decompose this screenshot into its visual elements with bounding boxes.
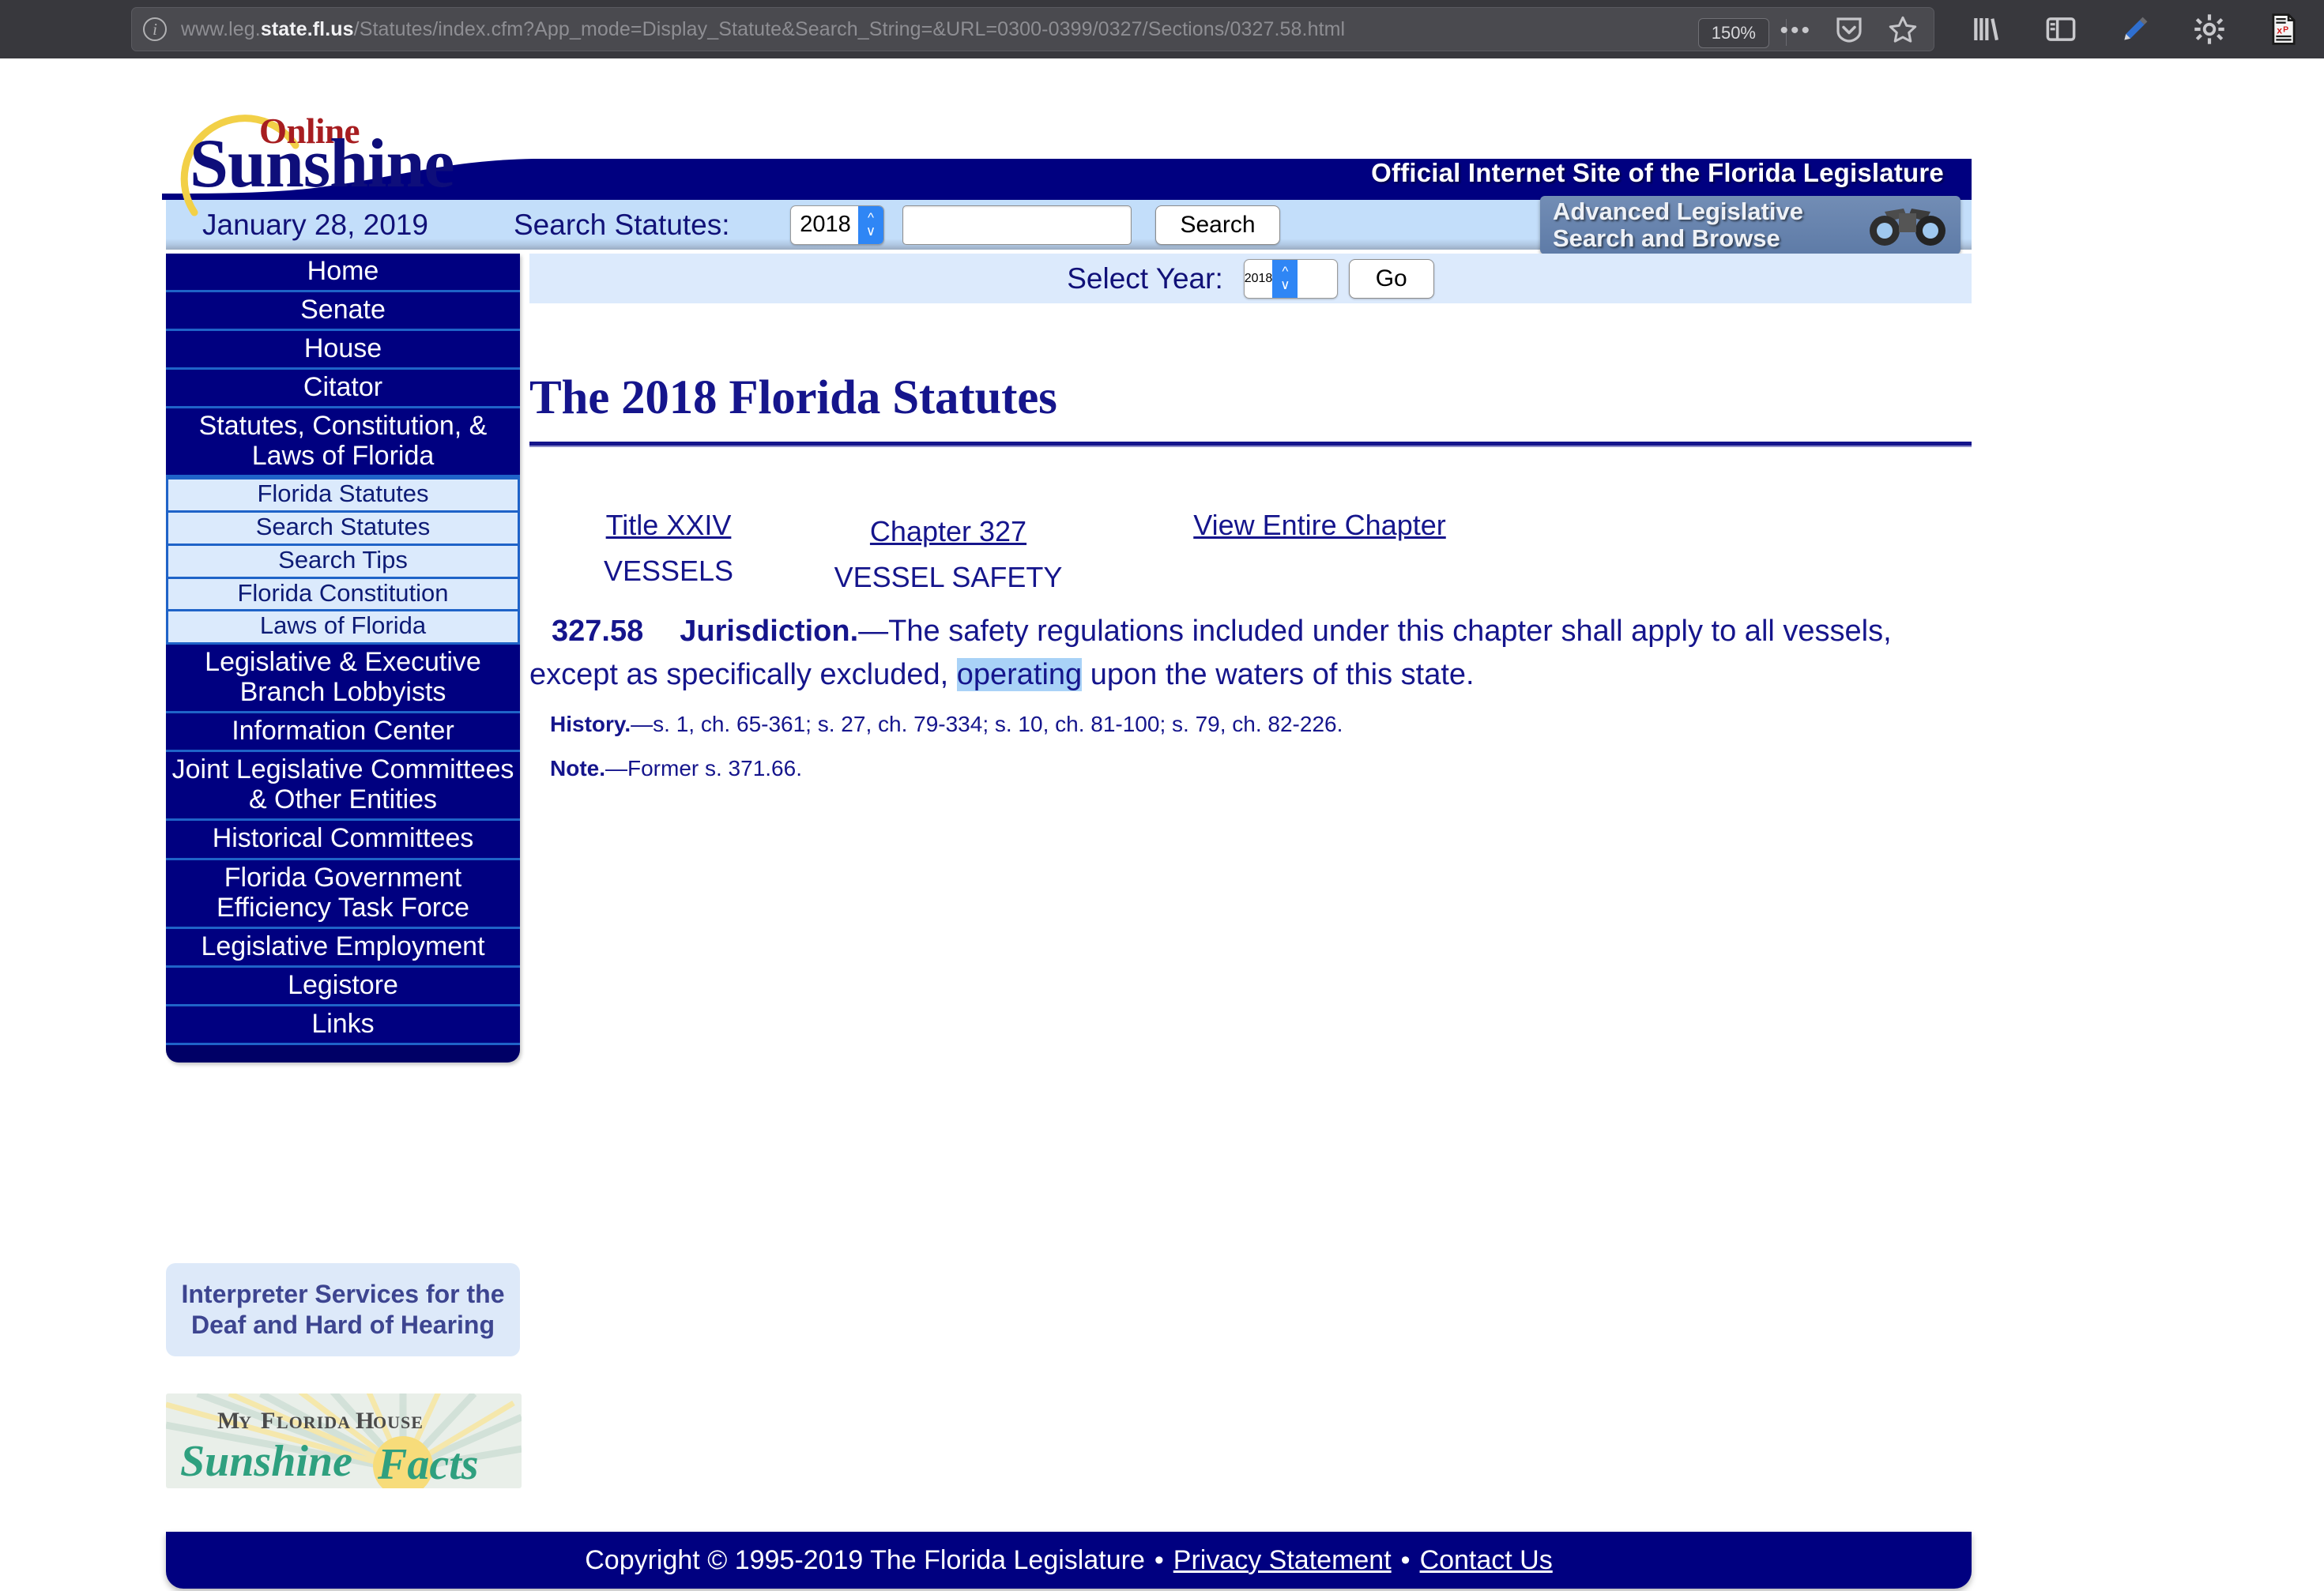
- sidebar-item-florida-constitution[interactable]: Florida Constitution: [166, 578, 520, 612]
- binoculars-icon: [1870, 208, 1945, 246]
- sidebar-navigation: Home Senate House Citator Statutes, Cons…: [166, 254, 520, 1063]
- svg-text:P: P: [2283, 25, 2288, 35]
- pocket-shield-icon[interactable]: [1832, 13, 1866, 47]
- sidebar-item-historical-committees[interactable]: Historical Committees: [166, 821, 520, 860]
- view-chapter-column: View Entire Chapter: [1154, 509, 1486, 542]
- privacy-statement-link[interactable]: Privacy Statement: [1173, 1545, 1392, 1575]
- advanced-search-label: Advanced Legislative Search and Browse: [1553, 197, 1804, 252]
- history-text: —s. 1, ch. 65-361; s. 27, ch. 79-334; s.…: [631, 712, 1343, 737]
- history-label: History.: [550, 712, 631, 737]
- svg-text:Facts: Facts: [377, 1440, 479, 1488]
- footer-separator-1: •: [1154, 1544, 1164, 1575]
- sidebar-item-senate[interactable]: Senate: [166, 292, 520, 332]
- site-footer: Copyright © 1995-2019 The Florida Legisl…: [166, 1532, 1972, 1589]
- statute-breadcrumb-links: Title XXIV VESSELS Chapter 327 VESSEL SA…: [529, 509, 1972, 596]
- search-button[interactable]: Search: [1155, 205, 1280, 245]
- browser-action-icons: x P: [1970, 0, 2307, 58]
- statute-history: History.—s. 1, ch. 65-361; s. 27, ch. 79…: [529, 708, 1972, 741]
- contact-us-link[interactable]: Contact Us: [1420, 1545, 1553, 1575]
- gear-icon[interactable]: [2193, 13, 2226, 46]
- go-button[interactable]: Go: [1348, 258, 1434, 299]
- sidebar-item-information-center[interactable]: Information Center: [166, 713, 520, 753]
- library-books-icon[interactable]: [1970, 13, 2003, 46]
- logo-sunshine-text: Sunshine: [190, 126, 454, 202]
- sidebar-item-lobbyists[interactable]: Legislative & Executive Branch Lobbyists: [166, 645, 520, 714]
- sidebar-item-joint-legislative-committees[interactable]: Joint Legislative Committees & Other Ent…: [166, 752, 520, 822]
- search-year-value: 2018: [800, 212, 851, 237]
- select-year-dropdown[interactable]: 2018 ^ ∨: [1243, 258, 1338, 299]
- statute-heading: Jurisdiction.: [680, 615, 859, 648]
- sidebar-item-search-tips[interactable]: Search Tips: [166, 545, 520, 579]
- xp-document-icon[interactable]: x P: [2267, 13, 2300, 46]
- svg-text:Sunshine: Sunshine: [180, 1437, 352, 1486]
- chevron-updown-icon[interactable]: ^ ∨: [1272, 259, 1298, 298]
- interpreter-services-text: Interpreter Services for the Deaf and Har…: [181, 1279, 505, 1339]
- search-strip: January 28, 2019 Search Statutes: 2018 ^…: [166, 195, 1972, 254]
- chapter-column: Chapter 327 VESSEL SAFETY: [822, 515, 1075, 594]
- select-year-bar: Select Year: 2018 ^ ∨ Go: [529, 254, 1972, 303]
- sidebar-item-efficiency-task-force[interactable]: Florida Government Efficiency Task Force: [166, 859, 520, 929]
- browser-toolbar: i www.leg.state.fl.us/Statutes/index.cfm…: [0, 0, 2324, 58]
- svg-text:x: x: [2277, 24, 2282, 36]
- ellipsis-icon[interactable]: •••: [1780, 18, 1812, 42]
- statute-text: 327.58 Jurisdiction.—The safety regulatio…: [529, 610, 1932, 697]
- chapter-link[interactable]: Chapter 327: [822, 515, 1075, 548]
- page-title: The 2018 Florida Statutes: [529, 371, 1057, 424]
- chevron-updown-icon[interactable]: ^ ∨: [858, 205, 883, 244]
- title-column: Title XXIV VESSELS: [566, 509, 771, 588]
- sidebar-item-florida-statutes[interactable]: Florida Statutes: [166, 477, 520, 513]
- sidebar-item-house[interactable]: House: [166, 331, 520, 370]
- sunshine-facts-banner[interactable]: M Y F LORIDA H OUSE Sunshine Facts: [166, 1394, 522, 1488]
- svg-text:LORIDA: LORIDA: [277, 1412, 351, 1432]
- statute-note: Note.—Former s. 371.66.: [529, 752, 1972, 785]
- search-statutes-label: Search Statutes:: [514, 208, 730, 241]
- svg-text:OUSE: OUSE: [373, 1412, 424, 1432]
- online-sunshine-logo[interactable]: Online Sunshine: [174, 98, 545, 216]
- page-viewport: Official Internet Site of the Florida Le…: [0, 58, 2324, 1591]
- sidebar-item-statutes-constitution-laws[interactable]: Statutes, Constitution, & Laws of Florid…: [166, 408, 520, 478]
- search-year-select[interactable]: 2018 ^ ∨: [790, 205, 884, 245]
- sidebar-item-citator[interactable]: Citator: [166, 370, 520, 409]
- footer-separator-2: •: [1400, 1544, 1411, 1575]
- svg-text:Y: Y: [239, 1412, 252, 1432]
- main-content: Select Year: 2018 ^ ∨ Go The 2018 Florida…: [529, 254, 1972, 785]
- url-text: www.leg.state.fl.us/Statutes/index.cfm?A…: [181, 17, 1346, 40]
- url-bar[interactable]: i www.leg.state.fl.us/Statutes/index.cfm…: [131, 7, 1934, 51]
- select-year-label: Select Year:: [1067, 261, 1223, 295]
- svg-text:M: M: [217, 1408, 240, 1434]
- note-text: —Former s. 371.66.: [605, 756, 802, 781]
- advanced-legislative-search-button[interactable]: Advanced Legislative Search and Browse: [1540, 195, 1961, 254]
- highlighter-pen-icon[interactable]: [2119, 13, 2152, 46]
- svg-text:H: H: [356, 1408, 374, 1434]
- title-subtitle: VESSELS: [603, 555, 734, 587]
- urlbar-actions: •••: [1780, 16, 1919, 44]
- title-divider: [529, 442, 1972, 447]
- chapter-subtitle: VESSEL SAFETY: [834, 561, 1063, 593]
- sidebar-panel-icon[interactable]: [2044, 13, 2077, 46]
- info-icon[interactable]: i: [143, 17, 167, 41]
- statute-highlighted-word: operating: [956, 658, 1083, 692]
- sidebar-item-legislative-employment[interactable]: Legislative Employment: [166, 928, 520, 968]
- sidebar-item-laws-of-florida[interactable]: Laws of Florida: [166, 611, 520, 645]
- zoom-level-badge[interactable]: 150%: [1697, 18, 1769, 48]
- title-link[interactable]: Title XXIV: [566, 509, 771, 542]
- view-entire-chapter-link[interactable]: View Entire Chapter: [1154, 509, 1486, 542]
- svg-text:F: F: [261, 1408, 275, 1434]
- footer-text: Copyright © 1995-2019 The Florida Legisl…: [585, 1545, 1553, 1576]
- sidebar-item-search-statutes[interactable]: Search Statutes: [166, 513, 520, 546]
- select-year-value: 2018: [1244, 271, 1273, 285]
- statute-body-part2: upon the waters of this state.: [1082, 658, 1475, 692]
- star-icon[interactable]: [1886, 13, 1919, 47]
- sidebar-item-home[interactable]: Home: [166, 254, 520, 293]
- sidebar-item-legistore[interactable]: Legistore: [166, 967, 520, 1006]
- official-site-text: Official Internet Site of the Florida Le…: [1371, 158, 1944, 187]
- sidebar-item-links[interactable]: Links: [166, 1006, 520, 1045]
- copyright-text: Copyright © 1995-2019 The Florida Legisl…: [585, 1544, 1145, 1575]
- interpreter-services-banner[interactable]: Interpreter Services for the Deaf and Har…: [166, 1263, 520, 1356]
- note-label: Note.: [550, 756, 605, 781]
- statute-number: 327.58: [552, 615, 644, 648]
- search-input[interactable]: [902, 205, 1132, 245]
